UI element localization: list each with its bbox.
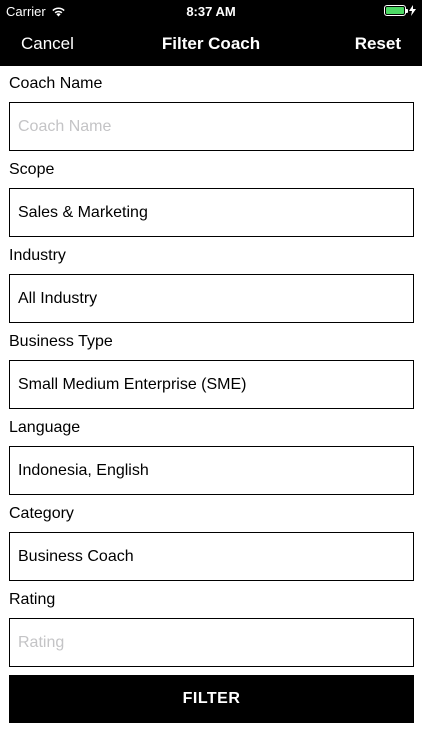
scope-input[interactable] <box>10 189 413 236</box>
coach-name-field: Coach Name <box>0 66 422 152</box>
clock: 8:37 AM <box>186 4 236 19</box>
category-box <box>9 532 414 581</box>
coach-name-input[interactable] <box>10 103 413 150</box>
language-box <box>9 446 414 495</box>
category-input[interactable] <box>10 533 413 580</box>
language-label: Language <box>9 419 81 436</box>
rating-input[interactable] <box>10 619 413 666</box>
business-type-input[interactable] <box>10 361 413 408</box>
rating-label: Rating <box>9 591 56 608</box>
cancel-button[interactable]: Cancel <box>21 34 74 54</box>
business-type-label: Business Type <box>9 333 113 350</box>
filter-form: Coach Name Scope Industry Business Type … <box>0 66 422 668</box>
industry-input[interactable] <box>10 275 413 322</box>
language-field: Language <box>0 410 422 496</box>
battery-indicator <box>384 5 416 16</box>
status-bar: Carrier 8:37 AM <box>0 0 422 22</box>
scope-field: Scope <box>0 152 422 238</box>
coach-name-label: Coach Name <box>9 75 103 92</box>
scope-label: Scope <box>9 161 55 178</box>
rating-box <box>9 618 414 667</box>
rating-field: Rating <box>0 582 422 668</box>
language-input[interactable] <box>10 447 413 494</box>
business-type-box <box>9 360 414 409</box>
industry-label: Industry <box>9 247 66 264</box>
coach-name-box <box>9 102 414 151</box>
scope-box <box>9 188 414 237</box>
business-type-field: Business Type <box>0 324 422 410</box>
industry-box <box>9 274 414 323</box>
bolt-icon <box>409 5 416 16</box>
navigation-bar: Cancel Filter Coach Reset <box>0 22 422 66</box>
category-label: Category <box>9 505 74 522</box>
reset-button[interactable]: Reset <box>355 34 401 54</box>
industry-field: Industry <box>0 238 422 324</box>
category-field: Category <box>0 496 422 582</box>
filter-button[interactable]: FILTER <box>9 675 414 723</box>
battery-icon <box>384 5 408 16</box>
